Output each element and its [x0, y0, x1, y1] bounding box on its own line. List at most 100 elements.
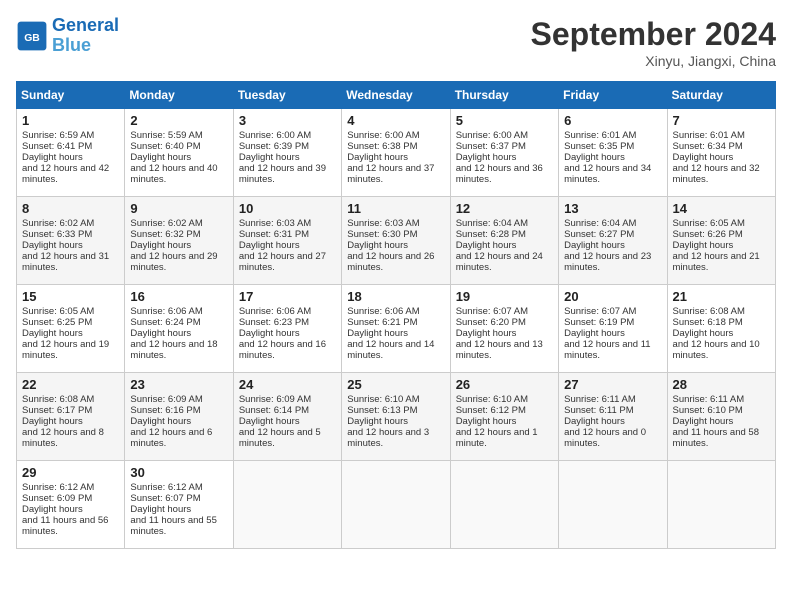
- calendar-cell-18: 18 Sunrise: 6:06 AM Sunset: 6:21 PM Dayl…: [342, 285, 450, 373]
- daylight-duration: and 12 hours and 26 minutes.: [347, 251, 434, 273]
- daylight-label: Daylight hours: [130, 504, 191, 515]
- daylight-label: Daylight hours: [22, 328, 83, 339]
- sunset-label: Sunset: 6:26 PM: [673, 229, 743, 240]
- day-number: 17: [239, 289, 336, 304]
- calendar-cell-empty: [342, 461, 450, 549]
- sunrise-label: Sunrise: 6:06 AM: [130, 306, 202, 317]
- sunrise-label: Sunrise: 6:05 AM: [22, 306, 94, 317]
- daylight-duration: and 12 hours and 19 minutes.: [22, 339, 109, 361]
- daylight-label: Daylight hours: [673, 416, 734, 427]
- logo: GB General Blue: [16, 16, 119, 56]
- sunrise-label: Sunrise: 6:10 AM: [456, 394, 528, 405]
- daylight-label: Daylight hours: [130, 416, 191, 427]
- sunrise-label: Sunrise: 6:03 AM: [347, 218, 419, 229]
- daylight-duration: and 12 hours and 18 minutes.: [130, 339, 217, 361]
- sunrise-label: Sunrise: 6:00 AM: [347, 130, 419, 141]
- sunset-label: Sunset: 6:10 PM: [673, 405, 743, 416]
- calendar-table: Sunday Monday Tuesday Wednesday Thursday…: [16, 81, 776, 549]
- sunrise-label: Sunrise: 6:10 AM: [347, 394, 419, 405]
- daylight-duration: and 12 hours and 16 minutes.: [239, 339, 326, 361]
- day-number: 13: [564, 201, 661, 216]
- daylight-label: Daylight hours: [347, 416, 408, 427]
- daylight-duration: and 11 hours and 55 minutes.: [130, 515, 216, 537]
- calendar-cell-23: 23 Sunrise: 6:09 AM Sunset: 6:16 PM Dayl…: [125, 373, 233, 461]
- daylight-duration: and 12 hours and 5 minutes.: [239, 427, 321, 449]
- daylight-label: Daylight hours: [347, 152, 408, 163]
- month-title: September 2024: [531, 16, 776, 53]
- sunset-label: Sunset: 6:32 PM: [130, 229, 200, 240]
- sunset-label: Sunset: 6:13 PM: [347, 405, 417, 416]
- daylight-label: Daylight hours: [239, 416, 300, 427]
- sunrise-label: Sunrise: 6:59 AM: [22, 130, 94, 141]
- daylight-label: Daylight hours: [564, 328, 625, 339]
- calendar-cell-empty: [667, 461, 775, 549]
- sunset-label: Sunset: 6:25 PM: [22, 317, 92, 328]
- sunrise-label: Sunrise: 6:01 AM: [564, 130, 636, 141]
- daylight-duration: and 12 hours and 36 minutes.: [456, 163, 543, 185]
- sunrise-label: Sunrise: 6:01 AM: [673, 130, 745, 141]
- calendar-cell-13: 13 Sunrise: 6:04 AM Sunset: 6:27 PM Dayl…: [559, 197, 667, 285]
- day-number: 30: [130, 465, 227, 480]
- header-tuesday: Tuesday: [233, 82, 341, 109]
- day-number: 19: [456, 289, 553, 304]
- logo-icon: GB: [16, 20, 48, 52]
- calendar-week-row: 22 Sunrise: 6:08 AM Sunset: 6:17 PM Dayl…: [17, 373, 776, 461]
- daylight-label: Daylight hours: [456, 416, 517, 427]
- calendar-cell-24: 24 Sunrise: 6:09 AM Sunset: 6:14 PM Dayl…: [233, 373, 341, 461]
- daylight-duration: and 12 hours and 24 minutes.: [456, 251, 543, 273]
- sunset-label: Sunset: 6:21 PM: [347, 317, 417, 328]
- title-block: September 2024 Xinyu, Jiangxi, China: [531, 16, 776, 69]
- sunset-label: Sunset: 6:07 PM: [130, 493, 200, 504]
- calendar-cell-6: 6 Sunrise: 6:01 AM Sunset: 6:35 PM Dayli…: [559, 109, 667, 197]
- sunrise-label: Sunrise: 6:09 AM: [239, 394, 311, 405]
- daylight-label: Daylight hours: [130, 152, 191, 163]
- daylight-label: Daylight hours: [130, 328, 191, 339]
- sunset-label: Sunset: 6:34 PM: [673, 141, 743, 152]
- sunrise-label: Sunrise: 6:06 AM: [239, 306, 311, 317]
- daylight-duration: and 11 hours and 58 minutes.: [673, 427, 759, 449]
- day-number: 14: [673, 201, 770, 216]
- daylight-duration: and 12 hours and 42 minutes.: [22, 163, 109, 185]
- day-number: 3: [239, 113, 336, 128]
- daylight-duration: and 11 hours and 56 minutes.: [22, 515, 108, 537]
- calendar-cell-15: 15 Sunrise: 6:05 AM Sunset: 6:25 PM Dayl…: [17, 285, 125, 373]
- sunset-label: Sunset: 6:23 PM: [239, 317, 309, 328]
- location-subtitle: Xinyu, Jiangxi, China: [531, 53, 776, 69]
- header-monday: Monday: [125, 82, 233, 109]
- header-wednesday: Wednesday: [342, 82, 450, 109]
- logo-text: General Blue: [52, 16, 119, 56]
- calendar-cell-5: 5 Sunrise: 6:00 AM Sunset: 6:37 PM Dayli…: [450, 109, 558, 197]
- sunset-label: Sunset: 6:16 PM: [130, 405, 200, 416]
- day-number: 11: [347, 201, 444, 216]
- sunrise-label: Sunrise: 5:59 AM: [130, 130, 202, 141]
- calendar-cell-4: 4 Sunrise: 6:00 AM Sunset: 6:38 PM Dayli…: [342, 109, 450, 197]
- daylight-duration: and 12 hours and 34 minutes.: [564, 163, 651, 185]
- day-number: 22: [22, 377, 119, 392]
- calendar-cell-2: 2 Sunrise: 5:59 AM Sunset: 6:40 PM Dayli…: [125, 109, 233, 197]
- day-number: 23: [130, 377, 227, 392]
- sunset-label: Sunset: 6:17 PM: [22, 405, 92, 416]
- day-number: 21: [673, 289, 770, 304]
- day-number: 26: [456, 377, 553, 392]
- calendar-cell-9: 9 Sunrise: 6:02 AM Sunset: 6:32 PM Dayli…: [125, 197, 233, 285]
- sunrise-label: Sunrise: 6:06 AM: [347, 306, 419, 317]
- day-number: 16: [130, 289, 227, 304]
- sunset-label: Sunset: 6:33 PM: [22, 229, 92, 240]
- sunset-label: Sunset: 6:27 PM: [564, 229, 634, 240]
- day-number: 12: [456, 201, 553, 216]
- sunset-label: Sunset: 6:30 PM: [347, 229, 417, 240]
- sunrise-label: Sunrise: 6:08 AM: [22, 394, 94, 405]
- day-number: 28: [673, 377, 770, 392]
- calendar-cell-21: 21 Sunrise: 6:08 AM Sunset: 6:18 PM Dayl…: [667, 285, 775, 373]
- sunset-label: Sunset: 6:18 PM: [673, 317, 743, 328]
- sunset-label: Sunset: 6:31 PM: [239, 229, 309, 240]
- sunset-label: Sunset: 6:24 PM: [130, 317, 200, 328]
- sunset-label: Sunset: 6:20 PM: [456, 317, 526, 328]
- calendar-cell-19: 19 Sunrise: 6:07 AM Sunset: 6:20 PM Dayl…: [450, 285, 558, 373]
- calendar-cell-11: 11 Sunrise: 6:03 AM Sunset: 6:30 PM Dayl…: [342, 197, 450, 285]
- daylight-label: Daylight hours: [456, 240, 517, 251]
- daylight-label: Daylight hours: [347, 328, 408, 339]
- sunrise-label: Sunrise: 6:09 AM: [130, 394, 202, 405]
- sunset-label: Sunset: 6:19 PM: [564, 317, 634, 328]
- sunrise-label: Sunrise: 6:11 AM: [564, 394, 636, 405]
